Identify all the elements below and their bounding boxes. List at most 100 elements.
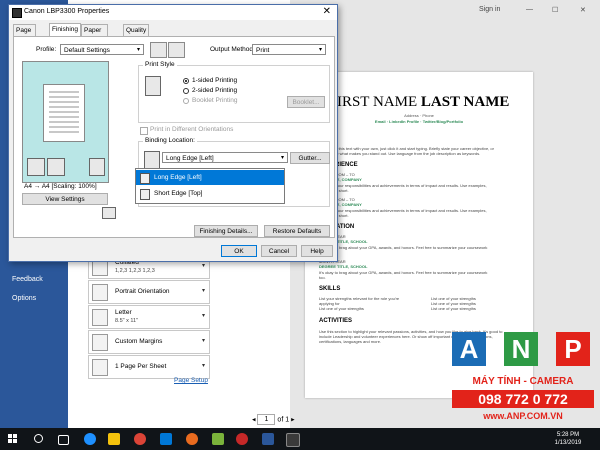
booklet-button[interactable]: Booklet... xyxy=(287,96,325,108)
paper-size-sub: 8.5" x 11" xyxy=(115,318,139,324)
tab-paper-source[interactable]: Paper Source xyxy=(81,24,108,45)
skills-heading: SKILLS xyxy=(319,286,341,292)
orientation-option[interactable]: Portrait Orientation ▾ xyxy=(88,280,210,304)
page-setup-link[interactable]: Page Setup xyxy=(174,377,208,384)
one-sided-icon xyxy=(145,76,161,96)
profile-select[interactable]: Default Settings ▾ xyxy=(60,44,144,55)
close-window-button[interactable]: ✕ xyxy=(580,6,586,14)
prev-page-icon[interactable]: ◂ xyxy=(252,416,256,423)
edit-profile-icon[interactable] xyxy=(168,42,185,58)
output-icon xyxy=(89,158,105,176)
profile-label: Profile: xyxy=(36,46,57,53)
chrome-icon[interactable] xyxy=(134,433,146,445)
tray-icon xyxy=(47,158,65,176)
edu-desc-1: It's okay to brag about your GPA, awards… xyxy=(319,245,488,250)
cancel-button[interactable]: Cancel xyxy=(261,245,297,257)
firefox-icon[interactable] xyxy=(186,433,198,445)
radio-2-sided[interactable] xyxy=(183,88,189,94)
page-count: of 1 xyxy=(277,416,290,424)
add-profile-icon[interactable] xyxy=(150,42,167,58)
pages-per-sheet-option[interactable]: 1 Page Per Sheet ▾ xyxy=(88,355,210,379)
close-icon[interactable]: ✕ xyxy=(323,6,331,17)
chevron-down-icon: ▾ xyxy=(136,47,140,53)
portrait-icon xyxy=(92,284,108,301)
watermark-tagline: MÁY TÍNH - CAMERA xyxy=(472,376,574,387)
binding-option-label: Long Edge [Left] xyxy=(154,174,202,181)
binding-location-select[interactable]: Long Edge [Left] ▾ xyxy=(162,152,288,163)
file-explorer-icon[interactable] xyxy=(108,433,120,445)
view-settings-button[interactable]: View Settings xyxy=(22,193,108,205)
maximize-button[interactable]: ☐ xyxy=(552,6,558,14)
edu-desc-2b: too. xyxy=(319,275,326,280)
print-preview-box xyxy=(22,61,109,183)
label-booklet: Booklet Printing xyxy=(192,97,238,104)
binding-label: Binding Location: xyxy=(143,137,197,144)
ok-button[interactable]: OK xyxy=(221,245,257,257)
printer-app-icon[interactable] xyxy=(286,433,300,447)
radio-booklet[interactable] xyxy=(183,98,189,104)
label-2-sided: 2-sided Printing xyxy=(192,87,238,94)
skill-5: List one of your strengths xyxy=(431,306,476,311)
profile-value: Default Settings xyxy=(64,47,110,54)
watermark-phone: 098 772 0 772 xyxy=(452,390,594,408)
finishing-details-button[interactable]: Finishing Details... xyxy=(194,225,258,237)
preview-sheet xyxy=(43,84,85,142)
paper-size-label: Letter xyxy=(115,309,132,316)
resume-links: Email · LinkedIn Profile · Twitter/Blog/… xyxy=(374,119,464,124)
app-icon[interactable] xyxy=(212,433,224,445)
binding-option-short-edge[interactable]: Short Edge [Top] xyxy=(136,186,284,201)
taskbar-clock[interactable]: 5:28 PM 1/13/2019 xyxy=(548,431,588,447)
output-method-select[interactable]: Print ▾ xyxy=(252,44,326,55)
tab-page-setup[interactable]: Page Setup xyxy=(13,24,36,45)
activities-heading: ACTIVITIES xyxy=(319,318,353,324)
first-name: FIRST NAME xyxy=(328,94,418,110)
word-icon[interactable] xyxy=(262,433,274,445)
page-navigator: ◂ 1 of 1 ▸ xyxy=(252,414,295,425)
print-orientations-label: Print in Different Orientations xyxy=(150,126,234,133)
windows-start-icon[interactable] xyxy=(8,434,18,444)
search-icon[interactable] xyxy=(34,434,43,443)
paper-size-option[interactable]: Letter 8.5" x 11" ▾ xyxy=(88,305,210,329)
media-player-icon[interactable] xyxy=(236,433,248,445)
output-method-value: Print xyxy=(256,47,270,54)
short-edge-icon xyxy=(140,189,150,200)
edu-desc-2: It's okay to brag about your GPA, awards… xyxy=(319,270,488,275)
radio-1-sided[interactable] xyxy=(183,78,189,84)
watermark-letter-n: N xyxy=(504,332,538,366)
finishing-panel: Profile: Default Settings ▾ Output Metho… xyxy=(13,36,335,238)
next-page-icon[interactable]: ▸ xyxy=(291,416,295,423)
print-style-title: Print Style xyxy=(143,61,177,68)
tab-finishing[interactable]: Finishing xyxy=(49,23,82,37)
sign-in-link[interactable]: Sign in xyxy=(479,6,500,13)
backstage-item-feedback[interactable]: Feedback xyxy=(12,276,43,283)
margins-label: Custom Margins xyxy=(115,338,163,345)
binding-option-long-edge[interactable]: Long Edge [Left] xyxy=(136,170,284,185)
long-edge-icon xyxy=(140,173,150,184)
print-orientations-checkbox[interactable] xyxy=(140,127,148,135)
output-method-label: Output Method: xyxy=(210,46,255,53)
stack-icon xyxy=(27,158,45,176)
pages-per-sheet-icon xyxy=(92,359,108,376)
gutter-button[interactable]: Gutter... xyxy=(290,152,330,164)
watermark-letter-p: P xyxy=(556,332,590,366)
help-button[interactable]: Help xyxy=(301,245,333,257)
page-number-input[interactable]: 1 xyxy=(257,414,276,425)
activities-line-3: certifications, languages and more. xyxy=(319,339,382,344)
task-view-icon[interactable] xyxy=(58,435,69,445)
minimize-button[interactable]: — xyxy=(526,6,533,13)
clock-date: 1/13/2019 xyxy=(554,440,582,446)
scaling-label: A4 → A4 [Scaling: 100%] xyxy=(24,183,97,190)
printer-settings-icon[interactable] xyxy=(102,207,116,219)
backstage-item-options[interactable]: Options xyxy=(12,295,36,302)
chevron-down-icon: ▾ xyxy=(318,47,322,53)
binding-dropdown-list: Long Edge [Left] Short Edge [Top] xyxy=(135,168,285,204)
margins-option[interactable]: Custom Margins ▾ xyxy=(88,330,210,354)
store-icon[interactable] xyxy=(160,433,172,445)
tab-quality[interactable]: Quality xyxy=(123,24,150,36)
chevron-down-icon: ▾ xyxy=(280,155,284,161)
windows-taskbar: 5:28 PM 1/13/2019 xyxy=(0,428,600,450)
chevron-down-icon: ▾ xyxy=(201,288,205,294)
chevron-down-icon: ▾ xyxy=(201,313,205,319)
restore-defaults-button[interactable]: Restore Defaults xyxy=(264,225,330,237)
edge-browser-icon[interactable] xyxy=(84,433,96,445)
